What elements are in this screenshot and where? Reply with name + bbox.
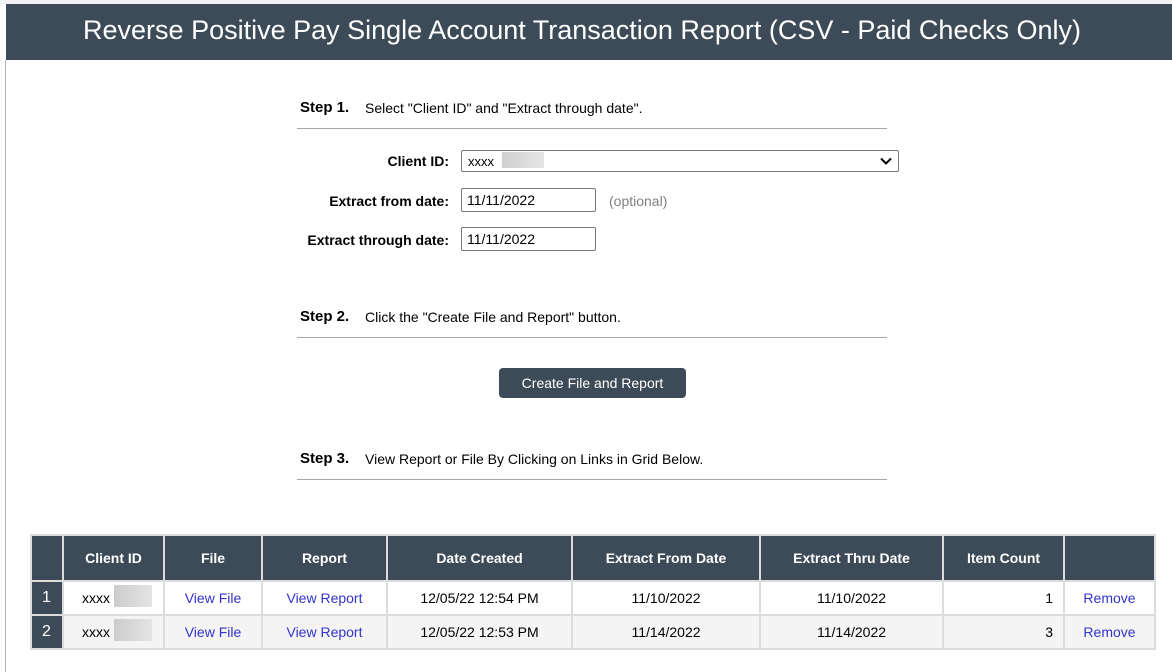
create-file-and-report-button[interactable]: Create File and Report (499, 368, 686, 398)
col-header-extract-from: Extract From Date (571, 534, 761, 582)
step1-instruction: Select "Client ID" and "Extract through … (365, 100, 643, 116)
extract-thru-cell: 11/10/2022 (759, 580, 944, 616)
view-file-link[interactable]: View File (185, 624, 242, 640)
extract-through-value: 11/11/2022 (467, 231, 535, 247)
results-grid: Client ID File Report Date Created Extra… (30, 534, 1156, 650)
remove-link[interactable]: Remove (1083, 590, 1135, 606)
step2-instruction: Click the "Create File and Report" butto… (365, 309, 621, 325)
optional-hint: (optional) (609, 193, 668, 209)
date-created-cell: 12/05/22 12:54 PM (386, 580, 573, 616)
report-cell: View Report (261, 614, 388, 650)
extract-thru-cell: 11/14/2022 (759, 614, 944, 650)
grid-header-row: Client ID File Report Date Created Extra… (30, 534, 1156, 582)
page-border (5, 60, 6, 672)
extract-from-value: 11/11/2022 (467, 192, 535, 208)
client-id-label: Client ID: (387, 153, 449, 169)
col-header-extract-thru: Extract Thru Date (759, 534, 944, 582)
client-id-select[interactable]: xxxx (461, 150, 899, 172)
col-header-report: Report (261, 534, 388, 582)
client-id-cell: xxxx (62, 614, 165, 650)
extract-from-cell: 11/10/2022 (571, 580, 761, 616)
table-row: 2 xxxx View File View Report 12/05/22 12… (30, 614, 1156, 650)
client-id-cell: xxxx (62, 580, 165, 616)
client-id-text: xxxx (82, 624, 110, 640)
client-id-text: xxxx (82, 590, 110, 606)
row-number: 1 (30, 580, 64, 616)
action-cell: Remove (1063, 614, 1156, 650)
step3-number: Step 3. (300, 450, 350, 467)
chevron-down-icon (880, 157, 892, 165)
view-report-link[interactable]: View Report (286, 590, 362, 606)
date-created-cell: 12/05/22 12:53 PM (386, 614, 573, 650)
extract-from-input[interactable]: 11/11/2022 (461, 188, 596, 212)
extract-from-label: Extract from date: (329, 193, 449, 209)
step1-number: Step 1. (300, 99, 350, 116)
step3-heading: Step 3. View Report or File By Clicking … (297, 447, 887, 480)
redacted-mask (114, 619, 152, 641)
step2-heading: Step 2. Click the "Create File and Repor… (297, 305, 887, 338)
file-cell: View File (163, 614, 263, 650)
extract-from-cell: 11/14/2022 (571, 614, 761, 650)
col-header-action (1063, 534, 1156, 582)
col-header-file: File (163, 534, 263, 582)
row-number: 2 (30, 614, 64, 650)
col-header-date-created: Date Created (386, 534, 573, 582)
redacted-mask (502, 152, 544, 168)
file-cell: View File (163, 580, 263, 616)
step3-instruction: View Report or File By Clicking on Links… (365, 451, 704, 467)
col-header-item-count: Item Count (942, 534, 1065, 582)
col-header-rownum (30, 534, 64, 582)
table-row: 1 xxxx View File View Report 12/05/22 12… (30, 580, 1156, 616)
item-count-cell: 3 (942, 614, 1065, 650)
step1-heading: Step 1. Select "Client ID" and "Extract … (297, 96, 887, 129)
step2-number: Step 2. (300, 308, 350, 325)
extract-through-label: Extract through date: (307, 232, 449, 248)
redacted-mask (114, 585, 152, 607)
view-report-link[interactable]: View Report (286, 624, 362, 640)
action-cell: Remove (1063, 580, 1156, 616)
client-id-value: xxxx (468, 154, 494, 169)
col-header-client-id: Client ID (62, 534, 165, 582)
report-cell: View Report (261, 580, 388, 616)
page-header: Reverse Positive Pay Single Account Tran… (6, 4, 1172, 60)
view-file-link[interactable]: View File (185, 590, 242, 606)
page-title: Reverse Positive Pay Single Account Tran… (83, 14, 1081, 45)
extract-through-input[interactable]: 11/11/2022 (461, 227, 596, 251)
remove-link[interactable]: Remove (1083, 624, 1135, 640)
item-count-cell: 1 (942, 580, 1065, 616)
